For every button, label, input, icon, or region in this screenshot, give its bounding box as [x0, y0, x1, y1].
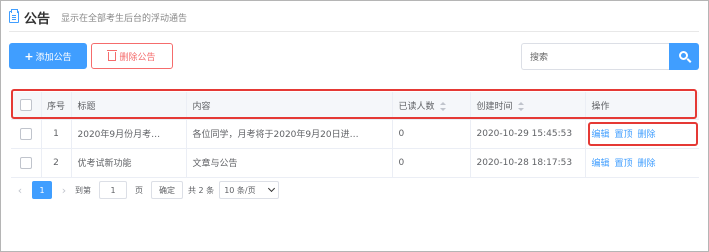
row-title: 2020年9月份月考… [71, 119, 187, 149]
chevron-down-icon [268, 184, 276, 193]
row-created: 2020-10-29 15:45:53 [470, 119, 586, 149]
page-size-select[interactable]: 10 条/页 [219, 181, 280, 199]
confirm-jump-button[interactable]: 确定 [151, 181, 183, 199]
select-all-cell [11, 92, 42, 120]
row-checkbox[interactable] [19, 156, 32, 169]
page-jump-input[interactable]: 1 [99, 181, 127, 199]
row-actions: 编辑 置顶 删除 [585, 148, 699, 178]
row-actions: 编辑 置顶 删除 [585, 119, 699, 149]
edit-link[interactable]: 编辑 [592, 159, 610, 169]
col-content: 内容 [186, 92, 393, 120]
edit-link[interactable]: 编辑 [592, 130, 610, 140]
row-created: 2020-10-28 18:17:53 [470, 148, 586, 178]
search-placeholder: 搜索 [530, 53, 549, 63]
select-all-checkbox[interactable] [19, 99, 32, 112]
col-reads-label: 已读人数 [398, 101, 435, 112]
add-notice-button[interactable]: + 添加公告 [9, 43, 87, 69]
row-reads: 0 [392, 119, 471, 149]
col-created-label: 创建时间 [476, 101, 513, 112]
pin-link[interactable]: 置顶 [615, 159, 633, 169]
goto-label: 到第 [75, 185, 91, 195]
table-row: 2 优考试新功能 文章与公告 0 2020-10-28 18:17:53 编辑置… [11, 148, 699, 178]
delete-link[interactable]: 删除 [638, 159, 656, 169]
col-index: 序号 [41, 92, 72, 120]
delete-notice-label: 删除公告 [119, 52, 156, 63]
row-select-cell [11, 148, 42, 178]
search-button[interactable] [669, 43, 699, 70]
row-content: 文章与公告 [186, 148, 393, 178]
pin-link[interactable]: 置顶 [615, 130, 633, 140]
page-size-value: 10 条/页 [224, 185, 256, 195]
row-content: 各位同学，月考将于2020年9月20日进… [186, 119, 393, 149]
col-actions: 操作 [585, 92, 699, 120]
col-reads[interactable]: 已读人数 [392, 92, 471, 120]
row-index: 1 [41, 119, 72, 149]
sort-icon[interactable] [517, 101, 524, 111]
trash-icon [107, 49, 118, 61]
search-input[interactable]: 搜索 [521, 43, 669, 70]
total-count: 共 2 条 [188, 185, 215, 195]
table-header-row: 序号 标题 内容 已读人数 创建时间 操作 [11, 92, 699, 120]
row-title: 优考试新功能 [71, 148, 187, 178]
page-number-current[interactable]: 1 [32, 181, 52, 199]
delete-notice-button[interactable]: 删除公告 [91, 43, 173, 69]
page-header: 公告 显示在全部考生后台的浮动通告 [9, 7, 187, 27]
col-title: 标题 [71, 92, 187, 120]
row-select-cell [11, 119, 42, 149]
pagination: ‹ 1 › 到第 1 页 确定 共 2 条 10 条/页 [13, 181, 280, 199]
row-checkbox[interactable] [19, 127, 32, 140]
table-row: 1 2020年9月份月考… 各位同学，月考将于2020年9月20日进… 0 20… [11, 119, 699, 149]
header-divider [9, 31, 699, 32]
notice-table: 序号 标题 内容 已读人数 创建时间 操作 1 2020年9月份月考… 各位同学… [11, 92, 699, 178]
plus-icon: + [24, 49, 34, 63]
page-title: 公告 [24, 11, 51, 27]
delete-link[interactable]: 删除 [638, 130, 656, 140]
notice-icon [9, 9, 19, 23]
sort-icon[interactable] [439, 101, 446, 111]
row-index: 2 [41, 148, 72, 178]
next-page-icon[interactable]: › [57, 184, 71, 197]
page-description: 显示在全部考生后台的浮动通告 [61, 13, 188, 24]
prev-page-icon[interactable]: ‹ [13, 184, 27, 197]
page-unit-label: 页 [135, 185, 143, 195]
row-reads: 0 [392, 148, 471, 178]
col-created[interactable]: 创建时间 [470, 92, 586, 120]
add-notice-label: 添加公告 [35, 52, 72, 63]
search-icon [678, 51, 688, 60]
